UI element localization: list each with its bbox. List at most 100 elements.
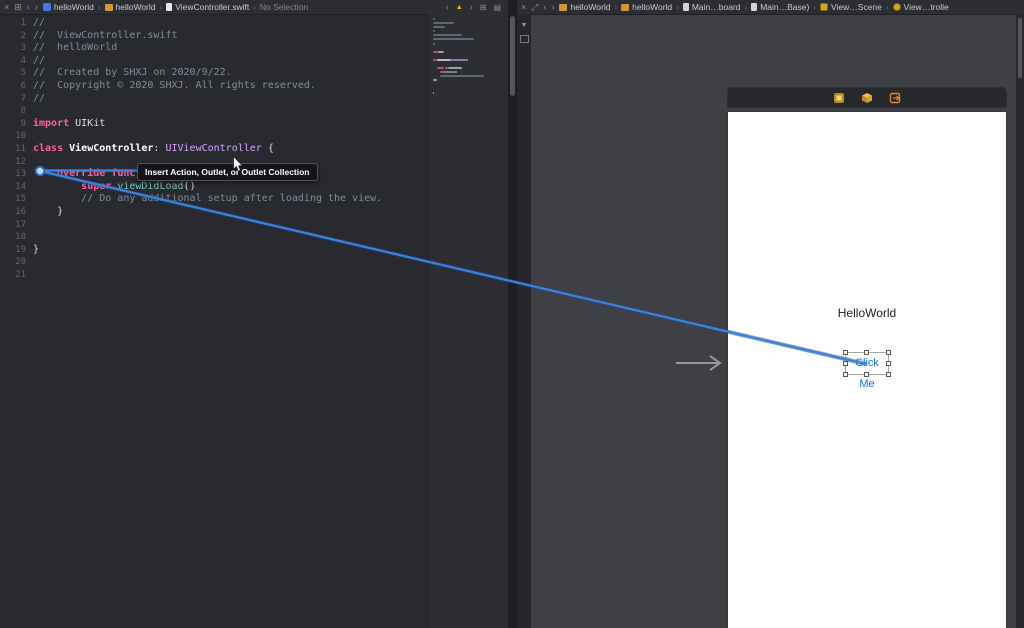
- code-line[interactable]: 17: [0, 219, 428, 232]
- selection-handle[interactable]: [864, 350, 869, 355]
- selection-handle[interactable]: [843, 372, 848, 377]
- line-number[interactable]: 16: [0, 206, 33, 219]
- code-line[interactable]: 4//: [0, 55, 428, 68]
- line-number[interactable]: 1: [0, 17, 33, 30]
- code-line[interactable]: 15 // Do any additional setup after load…: [0, 193, 428, 206]
- disclosure-triangle-icon[interactable]: ▼: [517, 22, 531, 29]
- code-line[interactable]: 3// helloWorld: [0, 42, 428, 55]
- code-line[interactable]: 20: [0, 256, 428, 269]
- canvas-scrollbar-thumb[interactable]: [1018, 18, 1022, 78]
- expand-icon[interactable]: ⤢: [531, 1, 538, 14]
- breadcrumb-item[interactable]: View…Scene: [820, 2, 882, 12]
- view-controller-icon[interactable]: [833, 92, 845, 104]
- breadcrumb-item[interactable]: ViewController.swift: [166, 2, 249, 12]
- exit-segue-icon[interactable]: [889, 92, 901, 104]
- code-line[interactable]: 21: [0, 269, 428, 282]
- code-line[interactable]: 19}: [0, 244, 428, 257]
- breadcrumb-item[interactable]: helloWorld: [104, 2, 156, 12]
- minimap[interactable]: [428, 14, 509, 628]
- breadcrumb-item[interactable]: View…trolle: [892, 2, 949, 12]
- left-jump-bar: × ⊞ ‹ › helloWorld › helloWorld › ViewContro…: [0, 0, 508, 15]
- code-line[interactable]: 8: [0, 105, 428, 118]
- selection-handle[interactable]: [886, 360, 891, 366]
- line-number[interactable]: 13: [0, 168, 33, 181]
- line-number[interactable]: 17: [0, 219, 33, 232]
- code-line[interactable]: 5// Created by SHXJ on 2020/9/22.: [0, 67, 428, 80]
- breadcrumb-separator: ›: [97, 2, 101, 12]
- add-editor-icon[interactable]: ⊞: [480, 1, 487, 14]
- related-items-icon[interactable]: ⊞: [14, 1, 22, 14]
- folder-icon: [621, 3, 630, 11]
- document-outline-strip: ▼: [517, 14, 531, 628]
- breadcrumb-item[interactable]: helloWorld: [559, 2, 610, 12]
- line-number[interactable]: 3: [0, 42, 33, 55]
- line-number[interactable]: 15: [0, 193, 33, 206]
- code-text: import UIKit: [33, 117, 106, 129]
- line-number[interactable]: 14: [0, 181, 33, 194]
- close-icon[interactable]: ×: [4, 1, 9, 14]
- close-icon[interactable]: ×: [521, 1, 526, 14]
- canvas-scrollbar[interactable]: [1016, 14, 1024, 628]
- back-chevron-icon[interactable]: ‹: [543, 1, 546, 14]
- swift-file-icon: [166, 3, 173, 11]
- code-line[interactable]: 16 }: [0, 206, 428, 219]
- line-number[interactable]: 7: [0, 93, 33, 106]
- warning-icon[interactable]: ▲: [456, 1, 463, 14]
- selection-handle[interactable]: [843, 360, 848, 366]
- line-number[interactable]: 21: [0, 269, 33, 282]
- editor-scrollbar-thumb[interactable]: [510, 16, 515, 96]
- first-responder-icon[interactable]: [861, 92, 873, 104]
- breadcrumb-item[interactable]: helloWorld: [42, 2, 94, 12]
- line-number[interactable]: 4: [0, 55, 33, 68]
- breadcrumb-separator: ›: [676, 2, 679, 12]
- line-number[interactable]: 12: [0, 156, 33, 169]
- selection-handle[interactable]: [886, 350, 891, 355]
- code-line[interactable]: 6// Copyright © 2020 SHXJ. All rights re…: [0, 80, 428, 93]
- code-line[interactable]: 18: [0, 231, 428, 244]
- code-line[interactable]: 7//: [0, 93, 428, 106]
- code-line[interactable]: 1//: [0, 17, 428, 30]
- code-line[interactable]: 11 class ViewController: UIViewController…: [0, 143, 428, 156]
- breadcrumb-item[interactable]: helloWorld: [621, 2, 672, 12]
- selection-handle[interactable]: [886, 372, 891, 377]
- code-line[interactable]: 9 import UIKit: [0, 118, 428, 131]
- breadcrumb-item[interactable]: No Selection: [260, 2, 308, 12]
- line-number[interactable]: 8: [0, 105, 33, 118]
- minimap-line: [433, 34, 509, 37]
- line-number[interactable]: 2: [0, 30, 33, 43]
- minimap-line: [433, 55, 509, 57]
- minimap-line: [433, 26, 509, 29]
- forward-chevron-icon[interactable]: ›: [551, 1, 554, 14]
- pane-divider[interactable]: [508, 0, 517, 628]
- line-number[interactable]: 11: [0, 143, 33, 156]
- back-chevron-icon[interactable]: ‹: [27, 1, 30, 14]
- line-number[interactable]: 6: [0, 80, 33, 93]
- line-number[interactable]: 20: [0, 256, 33, 269]
- code-line[interactable]: 14 super.viewDidLoad(): [0, 181, 428, 194]
- next-issue-icon[interactable]: ›: [470, 1, 473, 14]
- selection-handle[interactable]: [843, 350, 848, 355]
- device-canvas[interactable]: HelloWorld Click Me: [728, 112, 1006, 628]
- breadcrumb-separator: ›: [614, 2, 618, 12]
- selection-handle[interactable]: [864, 372, 869, 377]
- breadcrumb-item[interactable]: Main…Base): [751, 2, 809, 12]
- line-number[interactable]: 9: [0, 118, 33, 131]
- view-controller-scene[interactable]: HelloWorld Click Me: [728, 88, 1006, 628]
- editor-options-icon[interactable]: ▤: [493, 1, 501, 14]
- forward-chevron-icon[interactable]: ›: [35, 1, 38, 14]
- line-number[interactable]: 19: [0, 244, 33, 257]
- document-outline-icon[interactable]: [519, 35, 529, 43]
- previous-issue-icon[interactable]: ‹: [446, 1, 449, 14]
- hello-world-label[interactable]: HelloWorld: [728, 306, 1006, 320]
- button-selection-box[interactable]: Click Me: [843, 350, 891, 390]
- code-line[interactable]: 10: [0, 130, 428, 143]
- breadcrumb-item[interactable]: Main…board: [682, 2, 741, 12]
- line-number[interactable]: 18: [0, 231, 33, 244]
- jump-bar-controls: ‹ ▲ › ⊞ ▤: [446, 1, 504, 14]
- line-number[interactable]: 10: [0, 130, 33, 143]
- code-line[interactable]: 2// ViewController.swift: [0, 30, 428, 43]
- initial-view-controller-arrow[interactable]: [672, 352, 730, 374]
- code-text: }: [33, 243, 40, 255]
- code-area[interactable]: 1//2// ViewController.swift 3// helloWorl…: [0, 14, 428, 628]
- line-number[interactable]: 5: [0, 67, 33, 80]
